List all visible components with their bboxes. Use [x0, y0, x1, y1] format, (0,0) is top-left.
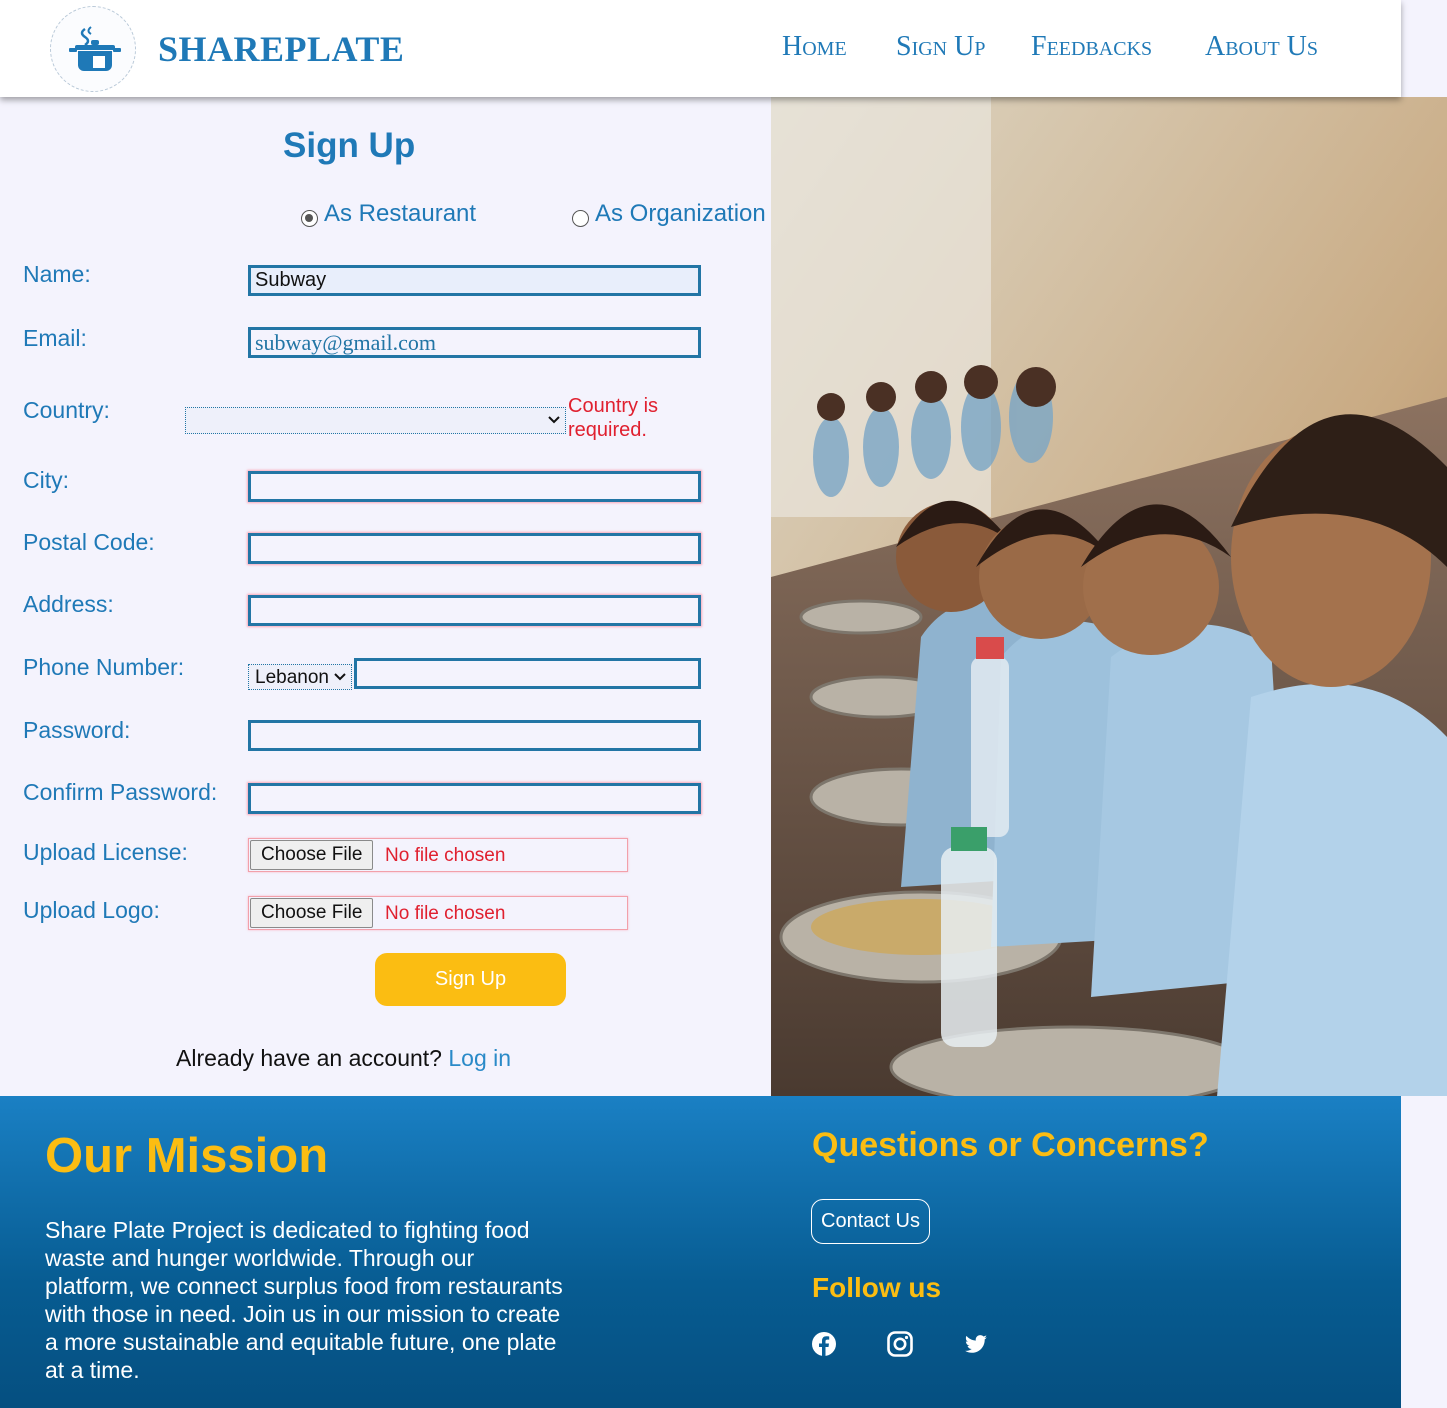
follow-us-heading: Follow us — [812, 1272, 942, 1303]
radio-organization[interactable] — [572, 210, 589, 227]
name-field[interactable]: Subway — [248, 265, 701, 296]
confirm-password-field[interactable] — [248, 783, 701, 814]
login-prompt-text: Already have an account? — [176, 1045, 442, 1071]
country-label: Country: — [23, 397, 110, 423]
children-eating-photo — [771, 97, 1447, 1096]
upload-logo-input[interactable]: Choose File No file chosen — [248, 896, 628, 930]
email-field-value: subway@gmail.com — [255, 330, 436, 355]
site-footer: Our Mission Share Plate Project is dedic… — [0, 1096, 1401, 1408]
login-prompt: Already have an account? Log in — [176, 1045, 511, 1072]
phone-country-value: Lebanon — [255, 667, 329, 688]
name-label: Name: — [23, 261, 91, 287]
nav-sign-up[interactable]: Sign Up — [896, 31, 985, 63]
brand-name: SHAREPLATE — [158, 29, 405, 69]
confirm-password-label: Confirm Password: — [23, 779, 218, 805]
name-field-value: Subway — [255, 269, 327, 291]
logo-status: No file chosen — [385, 903, 506, 924]
phone-field[interactable] — [354, 658, 701, 689]
radio-restaurant-label[interactable]: As Restaurant — [324, 200, 476, 228]
logo[interactable] — [50, 6, 136, 92]
postal-code-field[interactable] — [248, 533, 701, 564]
cooking-pot-icon — [69, 26, 121, 71]
city-label: City: — [23, 467, 69, 493]
postal-code-label: Postal Code: — [23, 529, 155, 555]
mission-text: Share Plate Project is dedicated to figh… — [45, 1217, 563, 1383]
upload-license-input[interactable]: Choose File No file chosen — [248, 838, 628, 872]
country-error: Country is required. — [568, 395, 659, 441]
email-field[interactable]: subway@gmail.com — [248, 327, 701, 358]
password-label: Password: — [23, 717, 131, 743]
upload-license-label: Upload License: — [23, 839, 188, 865]
license-status: No file chosen — [385, 845, 506, 866]
mission-title: Our Mission — [45, 1129, 329, 1183]
instagram-icon[interactable] — [887, 1331, 913, 1357]
phone-label: Phone Number: — [23, 654, 185, 680]
nav-about-us[interactable]: About Us — [1205, 31, 1318, 63]
password-field[interactable] — [248, 720, 701, 751]
twitter-icon[interactable] — [963, 1331, 989, 1357]
questions-title: Questions or Concerns? — [812, 1126, 1209, 1164]
upload-logo-label: Upload Logo: — [23, 897, 160, 923]
choose-logo-button[interactable]: Choose File — [250, 898, 374, 928]
choose-license-button[interactable]: Choose File — [250, 840, 374, 870]
city-field[interactable] — [248, 471, 701, 502]
radio-organization-label[interactable]: As Organization — [595, 200, 766, 228]
address-label: Address: — [23, 591, 114, 617]
phone-country-select[interactable]: Lebanon — [248, 664, 352, 690]
nav-home[interactable]: Home — [782, 31, 847, 63]
nav-feedbacks[interactable]: Feedbacks — [1031, 31, 1152, 63]
contact-us-button[interactable]: Contact Us — [811, 1199, 930, 1244]
radio-restaurant[interactable] — [301, 210, 318, 227]
chevron-down-icon — [333, 670, 347, 684]
facebook-icon[interactable] — [811, 1331, 837, 1357]
chevron-down-icon — [548, 416, 560, 424]
address-field[interactable] — [248, 595, 701, 626]
sign-up-button[interactable]: Sign Up — [375, 953, 566, 1006]
email-label: Email: — [23, 325, 87, 351]
login-link[interactable]: Log in — [448, 1045, 511, 1071]
form-title: Sign Up — [283, 126, 416, 165]
country-select[interactable] — [185, 407, 566, 434]
site-header: SHAREPLATE Home Sign Up Feedbacks About … — [0, 0, 1401, 97]
